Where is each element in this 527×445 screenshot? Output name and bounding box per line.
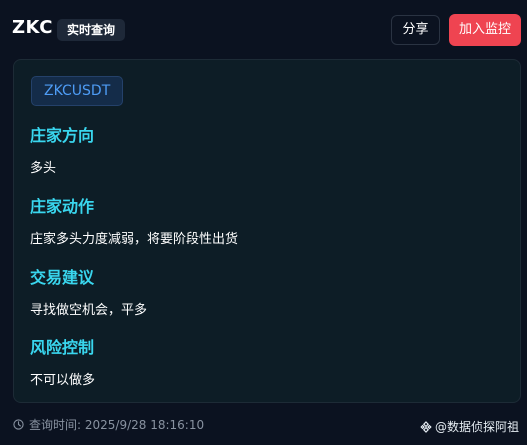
clock-icon [13, 419, 24, 430]
section-title-action: 庄家动作 [30, 197, 95, 216]
section-title-direction: 庄家方向 [30, 126, 95, 145]
section-text-risk: 不可以做多 [30, 373, 96, 388]
query-time-text: 查询时间: 2025/9/28 18:16:10 [29, 418, 205, 432]
brand-text: @数据侦探阿祖 [434, 420, 519, 434]
binance-diamond-icon [420, 420, 432, 433]
analysis-card: ZKCUSDT 庄家方向 多头 庄家动作 庄家多头力度减弱，将要阶段性出货 交易… [13, 59, 521, 403]
section-text-advice: 寻找做空机会，平多 [30, 303, 148, 318]
section-text-direction: 多头 [30, 161, 57, 176]
brand-signature: @数据侦探阿祖 [420, 418, 519, 435]
section-title-advice: 交易建议 [30, 268, 95, 287]
query-time: 查询时间: 2025/9/28 18:16:10 [13, 416, 204, 433]
section-text-action: 庄家多头力度减弱，将要阶段性出货 [30, 232, 239, 247]
app-title: ZKC [12, 17, 53, 38]
add-monitor-button[interactable]: 加入监控 [449, 14, 521, 46]
realtime-query-badge: 实时查询 [57, 19, 126, 41]
symbol-chip: ZKCUSDT [31, 76, 124, 106]
share-button[interactable]: 分享 [391, 15, 440, 45]
section-title-risk: 风险控制 [30, 338, 95, 357]
header-bar: ZKC 实时查询 分享 加入监控 [0, 0, 527, 58]
